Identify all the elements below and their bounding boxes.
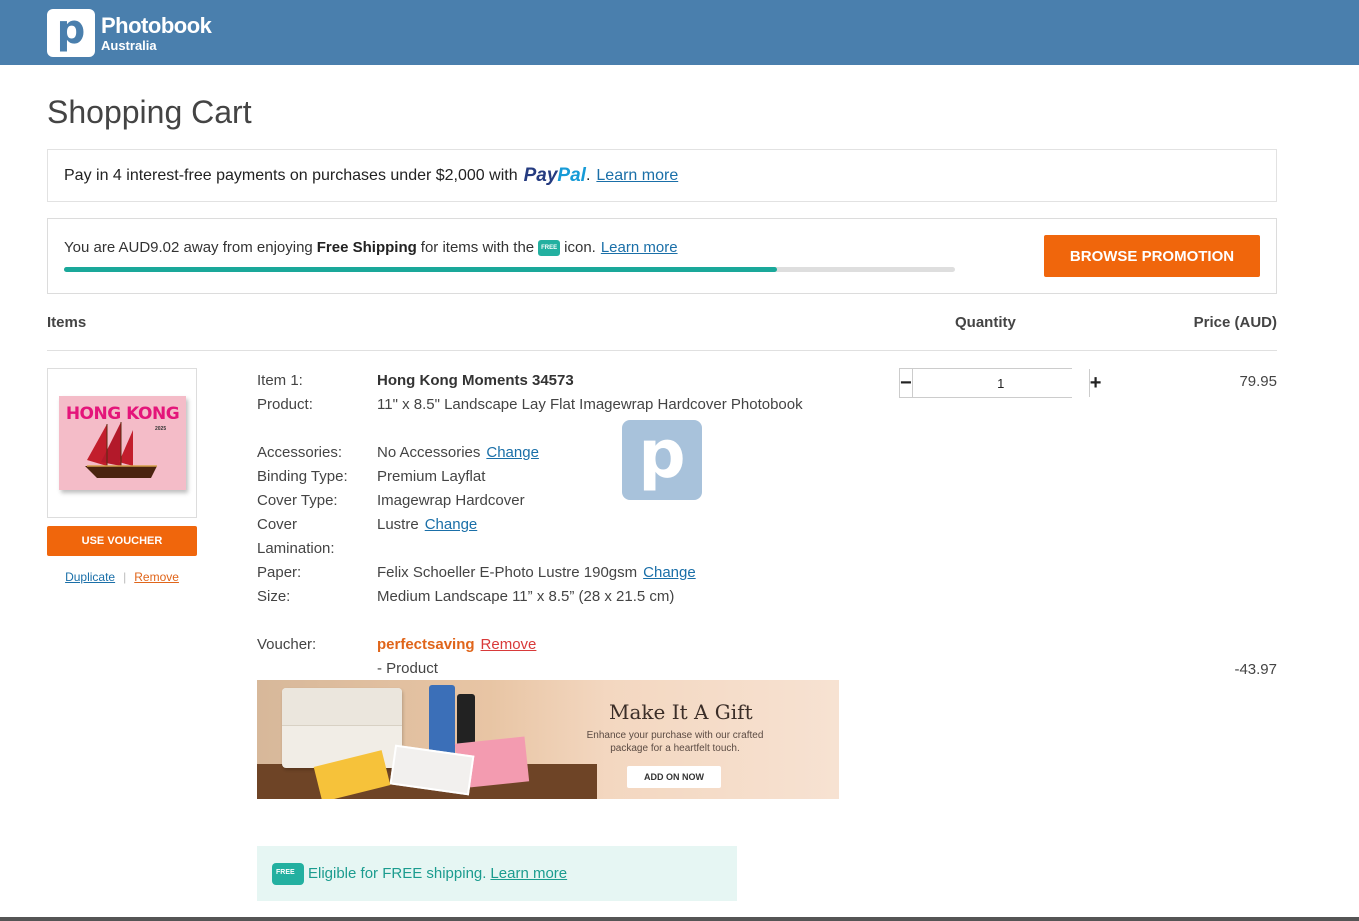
voucher-discount: -43.97 [1234, 661, 1277, 678]
column-quantity: Quantity [955, 314, 1016, 331]
shipping-after-icon: icon. [564, 239, 596, 256]
paypal-learn-more-link[interactable]: Learn more [596, 167, 678, 185]
detail-label: Binding Type: [257, 468, 348, 485]
shipping-progress-bar [64, 267, 955, 272]
junk-boat-illustration [85, 422, 157, 478]
detail-value: Premium Layflat [377, 468, 486, 485]
free-shipping-learn-more-link[interactable]: Learn more [490, 865, 567, 882]
paypal-logo: PayPal [524, 165, 586, 187]
detail-value: Imagewrap Hardcover [377, 492, 525, 509]
top-header: p Photobook Australia [0, 0, 1359, 65]
item-thumbnail[interactable]: HONG KONG 2025 [47, 368, 197, 518]
photobook-badge-icon: p [622, 420, 702, 500]
lamination-value: Lustre [377, 516, 419, 533]
paypal-text: Pay in 4 interest-free payments on purch… [64, 166, 518, 184]
add-gift-button[interactable]: ADD ON NOW [627, 766, 721, 788]
column-items: Items [47, 314, 87, 331]
make-it-a-gift-banner[interactable]: Make It A Gift Enhance your purchase wit… [257, 680, 839, 799]
item-price: 79.95 [1239, 373, 1277, 390]
detail-value: 11" x 8.5" Landscape Lay Flat Imagewrap … [377, 396, 803, 413]
increase-quantity-button[interactable]: + [1089, 369, 1102, 397]
shipping-learn-more-link[interactable]: Learn more [601, 239, 678, 256]
header-divider [47, 350, 1277, 351]
shipping-bold: Free Shipping [316, 239, 417, 256]
remove-item-link[interactable]: Remove [134, 570, 179, 584]
paypal-logo-pal: Pal [557, 164, 586, 186]
brand-region: Australia [101, 37, 157, 53]
paypal-logo-pay: Pay [523, 164, 558, 186]
free-truck-icon-label: FREE [541, 244, 558, 251]
paypal-dot: . [585, 166, 591, 184]
shipping-suffix: for items with the [420, 239, 535, 256]
detail-label: Cover Lamination: [257, 516, 335, 557]
free-shipping-eligibility: FREE Eligible for FREE shipping. Learn m… [257, 846, 737, 901]
item-actions: Duplicate | Remove [47, 570, 197, 584]
voucher-code: perfectsaving [377, 636, 475, 653]
action-separator: | [123, 570, 127, 584]
detail-label: Item 1: [257, 372, 303, 389]
change-accessories-link[interactable]: Change [486, 444, 539, 461]
accessories-value: No Accessories [377, 444, 481, 461]
change-paper-link[interactable]: Change [643, 564, 696, 581]
detail-value: No Accessories Change [377, 441, 539, 465]
detail-label: Size: [257, 588, 291, 605]
detail-value: Lustre Change [377, 513, 477, 537]
quantity-stepper: − + [899, 368, 1102, 398]
free-truck-icon: FREE [538, 239, 561, 256]
logo-letter: p [56, 7, 86, 53]
detail-label: Voucher: [257, 636, 317, 653]
change-lamination-link[interactable]: Change [425, 516, 478, 533]
remove-voucher-link[interactable]: Remove [481, 636, 537, 653]
voucher-note: - Product [377, 660, 438, 677]
detail-label: Accessories: [257, 444, 343, 461]
shipping-prefix: You are AUD9.02 away from enjoying [64, 239, 313, 256]
photobook-logo[interactable]: p Photobook Australia [47, 9, 212, 57]
item-name: Hong Kong Moments 34573 [377, 372, 574, 389]
detail-value: Medium Landscape 11” x 8.5” (28 x 21.5 c… [377, 588, 675, 605]
decrease-quantity-button[interactable]: − [900, 369, 912, 397]
paper-value: Felix Schoeller E-Photo Lustre 190gsm [377, 564, 638, 581]
badge-letter: p [638, 416, 686, 493]
paypal-installments-banner: Pay in 4 interest-free payments on purch… [47, 149, 1277, 202]
free-truck-label: FREE [276, 868, 295, 876]
duplicate-link[interactable]: Duplicate [65, 570, 115, 584]
shipping-progress-fill [64, 267, 777, 272]
free-shipping-message: You are AUD9.02 away from enjoying Free … [64, 239, 678, 256]
browse-promotion-button[interactable]: BROWSE PROMOTION [1044, 235, 1260, 277]
detail-value: perfectsaving Remove [377, 633, 536, 657]
column-price: Price (AUD) [1193, 314, 1277, 331]
gift-can-graphic [429, 685, 455, 757]
brand-name: Photobook [101, 12, 212, 38]
detail-label: Product: [257, 396, 313, 413]
detail-label: Paper: [257, 564, 302, 581]
detail-value: Felix Schoeller E-Photo Lustre 190gsm Cha… [377, 561, 696, 585]
use-voucher-button[interactable]: USE VOUCHER [47, 526, 197, 556]
gift-title: Make It A Gift [609, 700, 753, 724]
quantity-input[interactable] [911, 369, 1090, 397]
free-shipping-progress-panel: You are AUD9.02 away from enjoying Free … [47, 218, 1277, 294]
free-shipping-truck-icon: FREE [272, 862, 304, 885]
gift-subtitle: Enhance your purchase with our crafted p… [586, 730, 764, 754]
free-shipping-text: Eligible for FREE shipping. [308, 865, 487, 882]
bottom-border [0, 917, 1359, 921]
detail-value: Hong Kong Moments 34573 [377, 369, 574, 393]
logo-mark: p [47, 9, 95, 57]
gift-bag-flap-graphic [282, 688, 402, 726]
page-title: Shopping Cart [47, 94, 252, 130]
photobook-cover-image: HONG KONG 2025 [59, 396, 186, 490]
logo-wordmark: Photobook Australia [101, 12, 212, 53]
detail-label: Cover Type: [257, 492, 338, 509]
